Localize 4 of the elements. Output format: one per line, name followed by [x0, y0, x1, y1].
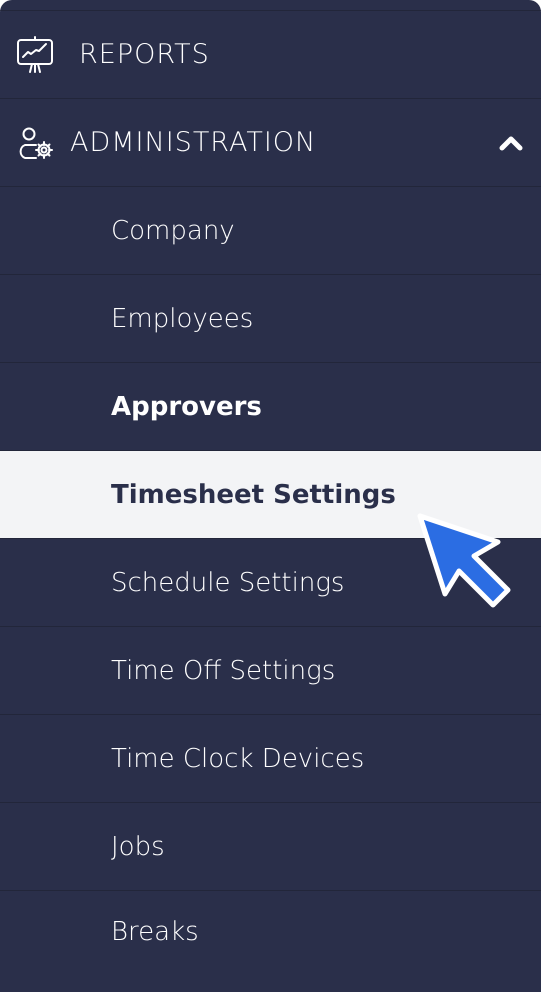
presentation-chart-icon [16, 36, 54, 74]
menu-section[interactable]: REPORTS [0, 10, 541, 98]
chevron-up-icon[interactable] [499, 134, 523, 150]
submenu-item[interactable]: Timesheet Settings [0, 450, 541, 538]
